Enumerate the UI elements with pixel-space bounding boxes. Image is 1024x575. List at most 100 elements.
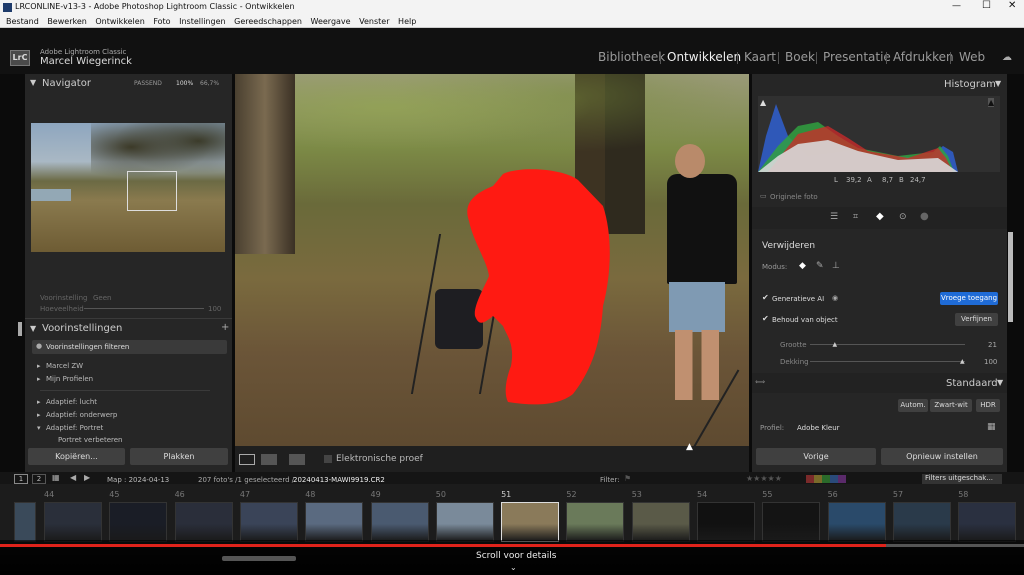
copy-button[interactable]: Kopiëren... — [28, 448, 125, 465]
genai-info-icon[interactable]: ◉ — [832, 294, 838, 302]
preset-group-arrow[interactable]: ▸ — [37, 398, 41, 406]
masking-icon[interactable]: ● — [920, 211, 929, 222]
module-web[interactable]: Web — [959, 50, 985, 64]
minimize-icon[interactable]: — — [952, 1, 961, 11]
profile-browser-icon[interactable]: ▦ — [987, 422, 996, 432]
filmstrip-thumbnail[interactable] — [305, 502, 364, 542]
filmstrip-thumbnail[interactable] — [109, 502, 168, 542]
preset-group-arrow[interactable]: ▸ — [37, 375, 41, 383]
navigator-zoom-frame[interactable] — [127, 171, 177, 211]
filmstrip-thumbnail[interactable] — [631, 502, 690, 542]
opacity-slider-thumb[interactable]: ▲ — [960, 358, 965, 365]
opacity-slider[interactable]: ▲ — [810, 358, 965, 365]
preset-group-mijn-profielen[interactable]: Mijn Profielen — [46, 375, 93, 383]
basic-toggle-icon[interactable]: ⟺ — [755, 378, 765, 386]
preset-group-marcel-zw[interactable]: Marcel ZW — [46, 362, 83, 370]
left-scrollbar[interactable] — [18, 322, 22, 336]
back-arrow-icon[interactable]: ◀ — [70, 473, 76, 482]
basic-collapse-icon[interactable]: ▼ — [997, 378, 1003, 387]
filmstrip-thumbnail[interactable] — [697, 502, 755, 542]
navigator-fit[interactable]: PASSEND — [134, 80, 162, 87]
module-presentatie[interactable]: Presentatie — [823, 50, 891, 64]
refine-button[interactable]: Verfijnen — [955, 313, 998, 326]
forward-arrow-icon[interactable]: ▶ — [84, 473, 90, 482]
auto-button[interactable]: Autom. — [898, 399, 928, 412]
filmstrip-thumbnail[interactable] — [762, 502, 821, 542]
heal-mode-icon[interactable]: ✎ — [816, 261, 824, 271]
paste-button[interactable]: Plakken — [130, 448, 228, 465]
video-progress-fill[interactable] — [0, 544, 886, 547]
grid-icon[interactable]: ▦ — [52, 473, 60, 482]
remove-tool-icon[interactable]: ◆ — [876, 211, 884, 222]
crop-icon[interactable]: ⌗ — [853, 212, 858, 222]
color-filter-icon[interactable] — [806, 475, 846, 483]
right-scrollbar[interactable] — [1008, 232, 1013, 322]
shadow-clip-icon[interactable]: ▲ — [760, 98, 766, 107]
hdr-button[interactable]: HDR — [976, 399, 1000, 412]
star-filter-icon[interactable]: ★★★★★ — [746, 474, 782, 483]
edit-sliders-icon[interactable]: ☰ — [830, 212, 838, 222]
flag-filter-icon[interactable]: ⚑ — [624, 474, 631, 483]
softproof-checkbox[interactable] — [324, 455, 332, 463]
filmstrip-thumbnail[interactable] — [174, 502, 233, 542]
module-bibliotheek[interactable]: Bibliotheek — [598, 50, 665, 64]
filmstrip-thumbnail[interactable] — [239, 502, 298, 542]
module-kaart[interactable]: Kaart — [744, 50, 776, 64]
filmstrip-thumbnail[interactable] — [435, 502, 494, 542]
preset-portret-verbeteren[interactable]: Portret verbeteren — [58, 436, 122, 443]
histogram-display[interactable]: ▲ ▲ — [758, 96, 1000, 172]
navigator-zoom-100[interactable]: 100% — [176, 80, 193, 87]
filmstrip-thumbnail[interactable] — [44, 502, 102, 542]
profile-select[interactable]: Adobe Kleur — [797, 424, 840, 432]
redeye-icon[interactable]: ⊙ — [899, 212, 907, 222]
menu-instellingen[interactable]: Instellingen — [179, 17, 225, 26]
folder-path[interactable]: Map : 2024-04-13 — [107, 476, 169, 484]
preset-group-arrow[interactable]: ▾ — [37, 424, 41, 432]
previous-button[interactable]: Vorige — [756, 448, 876, 465]
menu-venster[interactable]: Venster — [359, 17, 389, 26]
preset-group-adaptief-portret[interactable]: Adaptief: Portret — [46, 424, 103, 432]
reset-button[interactable]: Opnieuw instellen — [881, 448, 1003, 465]
presets-collapse-icon[interactable]: ▼ — [30, 324, 36, 333]
preset-group-adaptief-lucht[interactable]: Adaptief: lucht — [46, 398, 97, 406]
menu-bewerken[interactable]: Bewerken — [47, 17, 87, 26]
module-ontwikkelen[interactable]: Ontwikkelen — [667, 50, 741, 64]
navigator-collapse-icon[interactable]: ▼ — [30, 78, 36, 87]
navigator-zoom-667[interactable]: 66,7% — [200, 80, 219, 87]
preset-group-arrow[interactable]: ▸ — [37, 411, 41, 419]
highlight-clip-icon[interactable]: ▲ — [988, 98, 995, 107]
size-slider[interactable]: ▲ — [810, 341, 965, 348]
preset-group-adaptief-onderwerp[interactable]: Adaptief: onderwerp — [46, 411, 117, 419]
genai-check-icon[interactable]: ✔ — [762, 293, 769, 302]
filmstrip-thumbnail[interactable] — [501, 502, 560, 542]
menu-weergave[interactable]: Weergave — [311, 17, 351, 26]
keep-object-check-icon[interactable]: ✔ — [762, 314, 769, 323]
size-slider-thumb[interactable]: ▲ — [833, 341, 838, 348]
histogram-collapse-icon[interactable]: ▼ — [995, 79, 1001, 88]
filmstrip-thumbnail[interactable] — [370, 502, 429, 542]
page-2-button[interactable]: 2 — [32, 474, 46, 484]
close-icon[interactable]: ✕ — [1008, 0, 1016, 11]
clone-mode-icon[interactable]: ⊥ — [832, 261, 840, 271]
photo-canvas[interactable] — [235, 74, 749, 446]
cloud-icon[interactable]: ☁ — [1002, 52, 1012, 63]
generative-remove-mask[interactable] — [463, 166, 615, 408]
menu-ontwikkelen[interactable]: Ontwikkelen — [95, 17, 144, 26]
add-preset-icon[interactable]: + — [221, 322, 229, 333]
menu-gereedschappen[interactable]: Gereedschappen — [234, 17, 302, 26]
page-1-button[interactable]: 1 — [14, 474, 28, 484]
presets-filter-input[interactable]: ● Voorinstellingen filteren — [32, 340, 227, 354]
chevron-down-icon[interactable]: ⌄ — [510, 563, 517, 572]
module-boek[interactable]: Boek — [785, 50, 815, 64]
early-access-badge[interactable]: Vroege toegang — [940, 292, 998, 305]
hoeveelheid-slider[interactable] — [84, 308, 204, 309]
selected-file[interactable]: 20240413-MAWI9919.CR2 — [293, 476, 385, 484]
maximize-icon[interactable]: ☐ — [982, 0, 991, 11]
loupe-view-icon[interactable] — [239, 454, 255, 465]
filmstrip-thumbnail[interactable] — [892, 502, 951, 542]
module-afdrukken[interactable]: Afdrukken — [893, 50, 954, 64]
compare-view-icon[interactable] — [261, 454, 277, 465]
filmstrip-thumbnail[interactable] — [14, 502, 36, 542]
filmstrip-thumbnail[interactable] — [566, 502, 625, 542]
navigator-preview[interactable] — [31, 123, 225, 252]
